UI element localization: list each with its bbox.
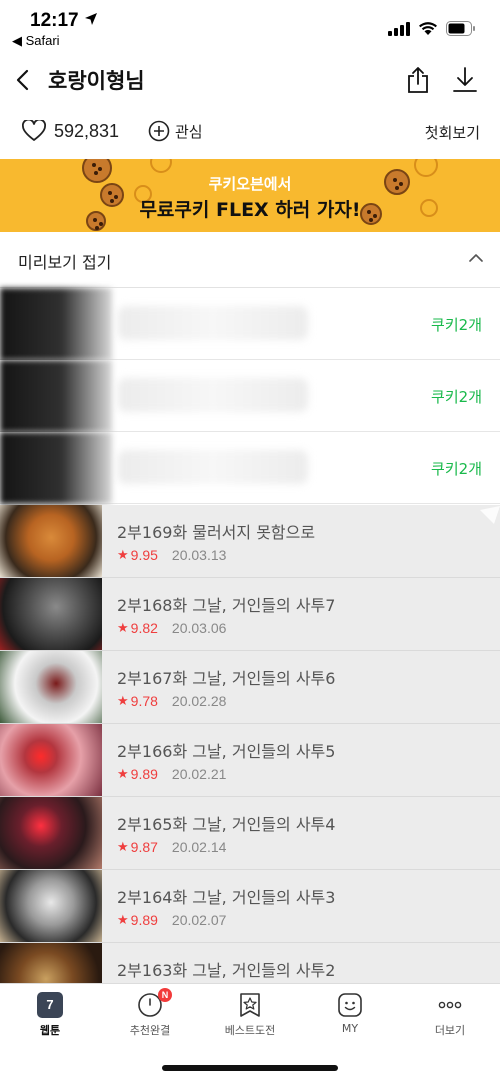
episode-thumbnail <box>0 651 102 723</box>
episode-rating: 9.89 <box>130 912 158 928</box>
blurred-thumbnail <box>0 432 112 504</box>
tab-label: 더보기 <box>434 1024 466 1037</box>
plus-circle-icon <box>148 120 170 142</box>
episode-row[interactable]: 2부168화 그날, 거인들의 사투7 ★ 9.82 20.03.06 <box>0 578 500 651</box>
tab-webtoon[interactable]: 7 웹툰 <box>0 992 100 1046</box>
status-time: 12:17 <box>30 10 79 31</box>
more-icon <box>438 1001 462 1009</box>
tab-label: 베스트도전 <box>224 1024 276 1037</box>
episode-date: 20.02.07 <box>171 912 227 928</box>
tab-label: MY <box>341 1022 359 1035</box>
episode-rating: 9.89 <box>130 766 158 782</box>
cookie-oven-banner[interactable]: 쿠키오븐에서 무료쿠키 FLEX 하러 가자! <box>0 159 500 232</box>
episode-thumbnail <box>0 505 102 577</box>
episode-row[interactable]: 2부167화 그날, 거인들의 사투6 ★ 9.78 20.02.28 <box>0 651 500 724</box>
like-count: 592,831 <box>54 120 120 141</box>
smile-icon <box>338 993 362 1017</box>
back-chevron-icon[interactable] <box>12 66 38 94</box>
episode-title: 2부163화 그날, 거인들의 사투2 <box>117 961 336 980</box>
episode-date: 20.02.21 <box>171 766 227 782</box>
preview-toggle-label: 미리보기 접기 <box>18 253 112 272</box>
episode-date: 20.03.13 <box>171 547 227 563</box>
episode-row[interactable]: 2부166화 그날, 거인들의 사투5 ★ 9.89 20.02.21 <box>0 724 500 797</box>
star-icon: ★ <box>117 912 129 927</box>
tab-label: 추천완결 <box>129 1024 171 1037</box>
episode-date: 20.03.06 <box>171 620 227 636</box>
tab-best-challenge[interactable]: 베스트도전 <box>200 992 300 1046</box>
blurred-thumbnail <box>0 288 112 360</box>
episode-title: 2부164화 그날, 거인들의 사투3 <box>117 888 336 907</box>
webtoon-icon-number: 7 <box>46 997 54 1012</box>
wifi-icon <box>419 22 437 35</box>
heart-icon <box>22 120 46 141</box>
star-icon: ★ <box>117 766 129 781</box>
top-nav-bar: 호랑이형님 <box>0 52 500 108</box>
webtoon-icon: 7 <box>37 992 63 1018</box>
favorite-label: 관심 <box>175 122 203 141</box>
star-icon: ★ <box>117 839 129 854</box>
episode-thumbnail <box>0 578 102 650</box>
blurred-title <box>118 378 308 412</box>
star-icon: ★ <box>117 547 129 562</box>
chevron-up-icon <box>469 254 483 262</box>
episode-row[interactable]: 2부165화 그날, 거인들의 사투4 ★ 9.87 20.02.14 <box>0 797 500 870</box>
star-icon: ★ <box>117 620 129 635</box>
blurred-thumbnail <box>0 360 112 432</box>
blurred-title <box>118 306 308 340</box>
cookie-price: 쿠키2개 <box>431 316 482 334</box>
location-arrow-icon <box>85 13 97 25</box>
episode-title: 2부168화 그날, 거인들의 사투7 <box>117 596 336 615</box>
episode-thumbnail <box>0 797 102 869</box>
star-book-icon <box>240 993 260 1017</box>
home-indicator <box>162 1065 338 1071</box>
episode-date: 20.02.28 <box>171 693 227 709</box>
episode-rating: 9.87 <box>130 839 158 855</box>
banner-line-2: 무료쿠키 FLEX 하러 가자! <box>139 199 361 221</box>
star-icon: ★ <box>117 693 129 708</box>
locked-episode-row[interactable]: 쿠키2개 <box>0 432 500 504</box>
coin-decoration <box>150 159 172 173</box>
episode-rating: 9.95 <box>130 547 158 563</box>
episode-thumbnail <box>0 870 102 942</box>
locked-episode-row[interactable]: 쿠키2개 <box>0 360 500 432</box>
battery-icon <box>446 21 475 36</box>
episode-rating: 9.78 <box>130 693 158 709</box>
episode-title: 2부165화 그날, 거인들의 사투4 <box>117 815 336 834</box>
episode-rating: 9.82 <box>130 620 158 636</box>
favorite-button[interactable]: 관심 <box>148 120 203 142</box>
tab-recommended-completed[interactable]: N 추천완결 <box>100 988 200 1046</box>
new-badge: N <box>158 988 172 1002</box>
first-episode-link[interactable]: 첫회보기 <box>425 122 480 143</box>
episode-title: 2부166화 그날, 거인들의 사투5 <box>117 742 336 761</box>
tab-more[interactable]: 더보기 <box>400 992 500 1046</box>
episode-row[interactable]: 2부169화 물러서지 못함으로 ★ 9.95 20.03.13 <box>0 505 500 578</box>
cellular-signal-icon <box>388 21 410 36</box>
status-bar: 12:17 ◀ Safari <box>0 0 500 52</box>
episode-row[interactable]: 2부164화 그날, 거인들의 사투3 ★ 9.89 20.02.07 <box>0 870 500 943</box>
title-actions: 592,831 관심 첫회보기 <box>0 108 500 158</box>
locked-episode-row[interactable]: 쿠키2개 <box>0 288 500 360</box>
share-icon[interactable] <box>405 66 431 94</box>
page-title: 호랑이형님 <box>48 69 145 93</box>
episode-title: 2부169화 물러서지 못함으로 <box>117 523 316 542</box>
cookie-price: 쿠키2개 <box>431 388 482 406</box>
preview-toggle[interactable]: 미리보기 접기 <box>0 232 500 288</box>
scroll-corner-indicator <box>480 506 500 524</box>
episode-thumbnail <box>0 724 102 796</box>
banner-line-1: 쿠키오븐에서 <box>208 175 292 193</box>
tab-label: 웹툰 <box>39 1024 61 1037</box>
back-to-safari[interactable]: ◀ Safari <box>12 33 60 49</box>
download-icon[interactable] <box>452 66 478 94</box>
tab-my[interactable]: MY <box>300 992 400 1046</box>
episode-date: 20.02.14 <box>171 839 227 855</box>
episode-title: 2부167화 그날, 거인들의 사투6 <box>117 669 336 688</box>
cookie-price: 쿠키2개 <box>431 460 482 478</box>
like-button[interactable]: 592,831 <box>22 120 119 142</box>
blurred-title <box>118 450 308 484</box>
